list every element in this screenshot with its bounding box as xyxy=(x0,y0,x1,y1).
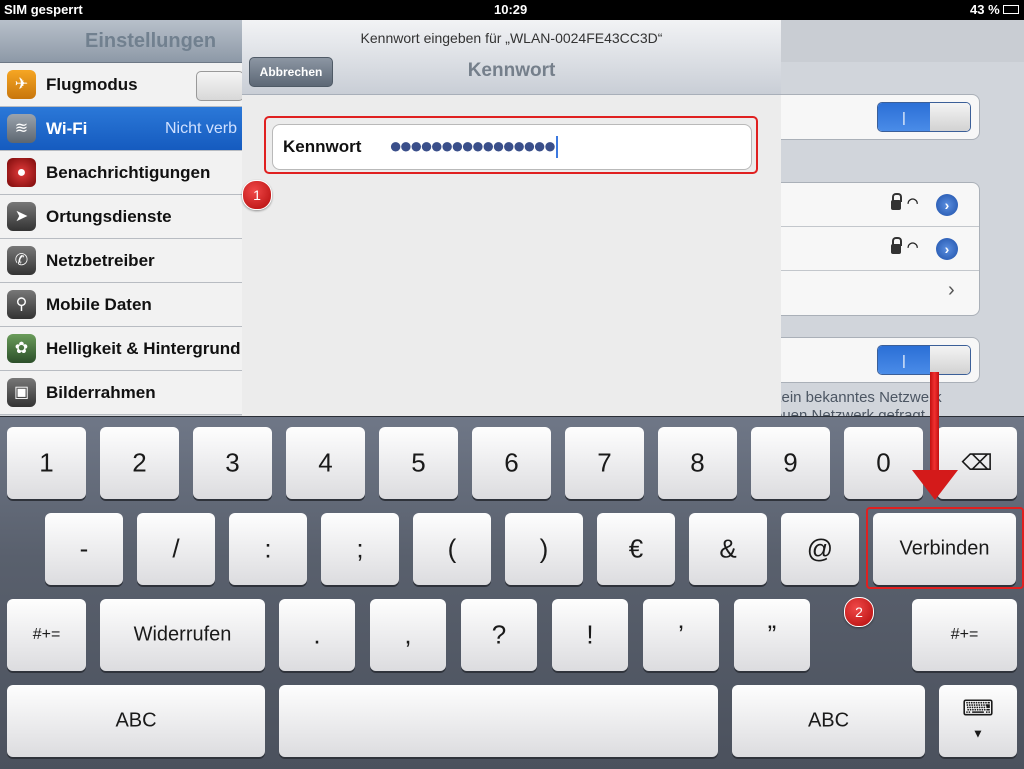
sidebar-header: Einstellungen xyxy=(0,20,250,63)
carrier-label: SIM gesperrt xyxy=(4,2,83,17)
highlight-box-connect xyxy=(866,507,1024,589)
sidebar-item-ortungsdienste[interactable]: ➤ Ortungsdienste xyxy=(0,195,250,239)
key-colon[interactable]: : xyxy=(229,513,307,585)
picture-frame-icon: ▣ xyxy=(7,378,36,407)
antenna-icon: ⚲ xyxy=(7,290,36,319)
key-paren-close[interactable]: ) xyxy=(505,513,583,585)
key-exclamation[interactable]: ! xyxy=(552,599,628,671)
wifi-signal-icon: ◠ xyxy=(907,195,919,210)
key-comma[interactable]: , xyxy=(370,599,446,671)
sidebar-item-mobile-daten[interactable]: ⚲ Mobile Daten xyxy=(0,283,250,327)
key-quote[interactable]: ” xyxy=(734,599,810,671)
sidebar-item-wifi[interactable]: ≋ Wi-Fi Nicht verb xyxy=(0,107,250,151)
key-1[interactable]: 1 xyxy=(7,427,86,499)
location-icon: ➤ xyxy=(7,202,36,231)
chevron-right-icon[interactable]: › xyxy=(948,279,955,302)
wifi-switch[interactable]: | xyxy=(877,102,971,132)
battery-label: 43 % xyxy=(970,2,1000,17)
cancel-button[interactable]: Abbrechen xyxy=(249,57,333,87)
sidebar-item-label: Helligkeit & Hintergrund xyxy=(46,339,241,358)
abc-key[interactable]: ABC xyxy=(7,685,265,757)
key-9[interactable]: 9 xyxy=(751,427,830,499)
sidebar-item-netzbetreiber[interactable]: ✆ Netzbetreiber xyxy=(0,239,250,283)
lock-icon xyxy=(891,237,902,254)
key-2[interactable]: 2 xyxy=(100,427,179,499)
sidebar-item-label: Wi-Fi xyxy=(46,119,88,138)
dialog-header: Kennwort eingeben für „WLAN-0024FE43CC3D… xyxy=(242,20,781,95)
arrow-head-icon xyxy=(912,470,958,500)
sidebar-item-value: Nicht verb xyxy=(165,120,238,137)
network-list: ◠ › ◠ › › xyxy=(770,182,980,316)
battery-icon xyxy=(1003,5,1019,14)
key-8[interactable]: 8 xyxy=(658,427,737,499)
symbols-shift-key[interactable]: #+= xyxy=(7,599,86,671)
password-dialog: Kennwort eingeben für „WLAN-0024FE43CC3D… xyxy=(242,20,781,418)
lock-icon xyxy=(891,193,902,210)
phone-icon: ✆ xyxy=(7,246,36,275)
arrow-annotation xyxy=(930,372,939,472)
key-3[interactable]: 3 xyxy=(193,427,272,499)
key-apostrophe[interactable]: ’ xyxy=(643,599,719,671)
abc-key-right[interactable]: ABC xyxy=(732,685,925,757)
network-note: kein bekanntes Netzwerk xyxy=(774,389,942,406)
sidebar-item-label: Ortungsdienste xyxy=(46,207,172,226)
wifi-detail-pane: | ◠ › ◠ › › | kein bekanntes Netzwerk eu… xyxy=(770,62,1024,424)
keyboard-hide-icon: ⌨ ▼ xyxy=(962,695,994,741)
key-hyphen[interactable]: - xyxy=(45,513,123,585)
sidebar-item-flugmodus[interactable]: ✈ Flugmodus xyxy=(0,63,250,107)
sidebar-item-label: Flugmodus xyxy=(46,75,138,94)
step-badge-1: 1 xyxy=(242,180,272,210)
key-question[interactable]: ? xyxy=(461,599,537,671)
sidebar-title: Einstellungen xyxy=(85,30,217,52)
undo-key[interactable]: Widerrufen xyxy=(100,599,265,671)
network-details-button[interactable]: › xyxy=(936,194,958,216)
space-key[interactable] xyxy=(279,685,718,757)
sidebar-item-label: Bilderrahmen xyxy=(46,383,156,402)
highlight-box-password xyxy=(264,116,758,174)
key-paren-open[interactable]: ( xyxy=(413,513,491,585)
dialog-subtitle: Kennwort eingeben für „WLAN-0024FE43CC3D… xyxy=(360,30,663,46)
sidebar-item-helligkeit[interactable]: ✿ Helligkeit & Hintergrund xyxy=(0,327,250,371)
flower-icon: ✿ xyxy=(7,334,36,363)
clock: 10:29 xyxy=(494,2,528,17)
airplane-icon: ✈ xyxy=(7,70,36,99)
ask-join-row: | xyxy=(770,337,980,383)
key-ampersand[interactable]: & xyxy=(689,513,767,585)
ask-join-switch[interactable]: | xyxy=(877,345,971,375)
sidebar-item-label: Netzbetreiber xyxy=(46,251,155,270)
status-bar: SIM gesperrt 10:29 43 % xyxy=(0,0,1024,20)
airplane-mode-toggle[interactable] xyxy=(196,71,244,101)
sidebar-item-bilderrahmen[interactable]: ▣ Bilderrahmen xyxy=(0,371,250,415)
network-details-button[interactable]: › xyxy=(936,238,958,260)
key-6[interactable]: 6 xyxy=(472,427,551,499)
sidebar-item-benachrichtigungen[interactable]: ● Benachrichtigungen xyxy=(0,151,250,195)
hide-keyboard-key[interactable]: ⌨ ▼ xyxy=(939,685,1017,757)
key-5[interactable]: 5 xyxy=(379,427,458,499)
wifi-icon: ≋ xyxy=(7,114,36,143)
key-7[interactable]: 7 xyxy=(565,427,644,499)
sidebar-item-label: Mobile Daten xyxy=(46,295,152,314)
key-slash[interactable]: / xyxy=(137,513,215,585)
sidebar-item-label: Benachrichtigungen xyxy=(46,163,211,182)
key-semicolon[interactable]: ; xyxy=(321,513,399,585)
wifi-toggle-row: | xyxy=(770,94,980,140)
wifi-signal-icon: ◠ xyxy=(907,239,919,254)
key-period[interactable]: . xyxy=(279,599,355,671)
step-badge-2: 2 xyxy=(844,597,874,627)
key-euro[interactable]: € xyxy=(597,513,675,585)
key-at[interactable]: @ xyxy=(781,513,859,585)
symbols-shift-key-right[interactable]: #+= xyxy=(912,599,1017,671)
key-4[interactable]: 4 xyxy=(286,427,365,499)
notifications-icon: ● xyxy=(7,158,36,187)
